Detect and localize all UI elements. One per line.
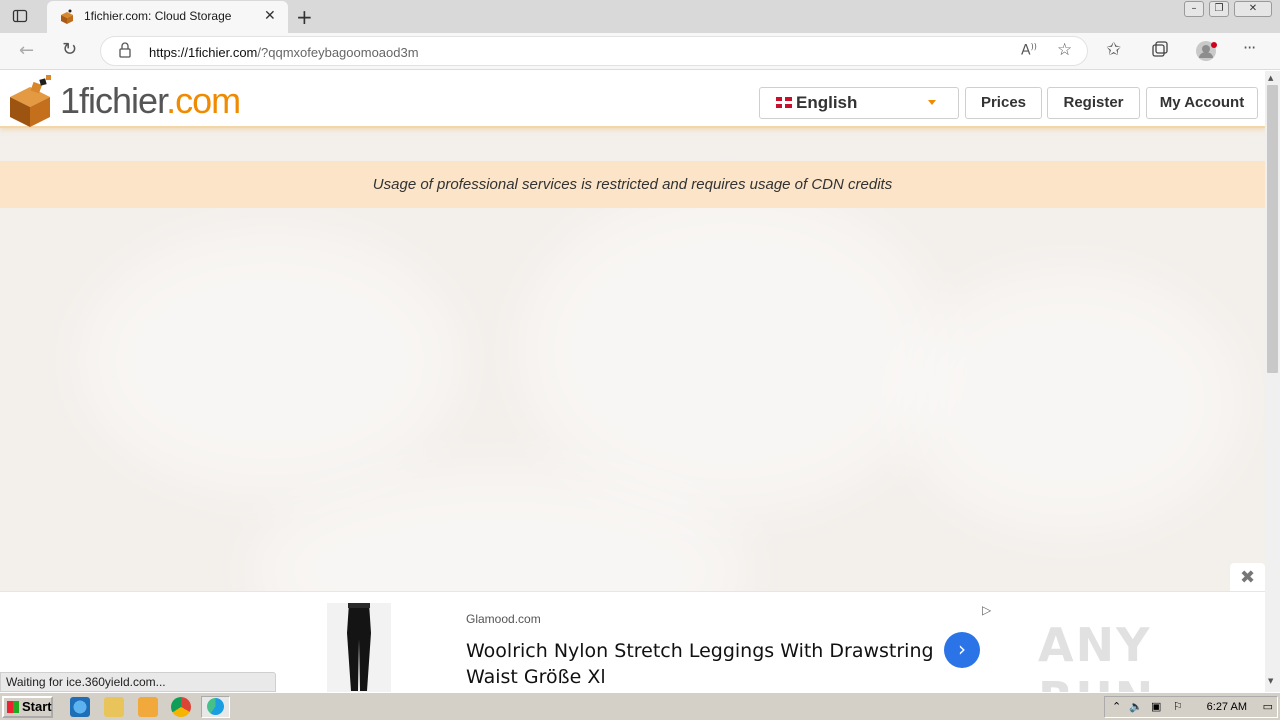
- system-tray: ⌃ 🔈 ▣ ⚐ 6:27 AM ▭: [1104, 696, 1278, 718]
- browser-tab-strip: 1fichier.com: Cloud Storage ✕ + – ❐ ✕: [0, 0, 1280, 33]
- page-scrollbar[interactable]: ▲ ▼: [1265, 71, 1280, 692]
- media-player-icon[interactable]: [138, 697, 158, 717]
- restore-icon[interactable]: ❐: [1209, 1, 1229, 17]
- volume-icon[interactable]: 🔈: [1129, 700, 1143, 713]
- scroll-down-icon[interactable]: ▼: [1268, 677, 1273, 685]
- windows-logo-icon: [7, 701, 19, 713]
- site-header: 1fichier.com English Prices Register My …: [0, 71, 1265, 128]
- new-tab-icon[interactable]: +: [296, 5, 313, 29]
- my-account-button[interactable]: My Account: [1146, 87, 1258, 119]
- start-button[interactable]: Start: [2, 696, 53, 718]
- reload-icon[interactable]: ↻: [62, 39, 77, 60]
- favorites-icon[interactable]: ✩: [1106, 39, 1121, 60]
- scroll-up-icon[interactable]: ▲: [1268, 74, 1273, 82]
- ad-source[interactable]: Glamood.com: [466, 612, 541, 626]
- add-favorite-icon[interactable]: ☆: [1057, 40, 1072, 60]
- lock-icon: [119, 42, 131, 62]
- start-label: Start: [22, 699, 52, 714]
- language-label: English: [796, 93, 858, 112]
- browser-toolbar: ← ↻ https://1fichier.com/?qqmxofeybagoom…: [0, 33, 1280, 70]
- ad-close-icon[interactable]: ✖: [1230, 563, 1265, 592]
- language-select[interactable]: English: [759, 87, 959, 119]
- adchoices-icon[interactable]: ▷: [982, 603, 991, 617]
- notice-banner: Usage of professional services is restri…: [0, 161, 1265, 208]
- tray-expand-icon[interactable]: ⌃: [1112, 700, 1121, 713]
- read-aloud-icon[interactable]: A)): [1021, 42, 1037, 59]
- collections-icon[interactable]: [1151, 40, 1169, 62]
- flag-icon[interactable]: ⚐: [1173, 700, 1183, 713]
- address-bar[interactable]: https://1fichier.com/?qqmxofeybagoomoaod…: [100, 36, 1088, 66]
- taskbar: Start ⌃ 🔈 ▣ ⚐ 6:27 AM ▭: [0, 692, 1280, 720]
- window-close-icon[interactable]: ✕: [1234, 1, 1272, 17]
- scrollbar-thumb[interactable]: [1267, 85, 1278, 373]
- chrome-icon[interactable]: [171, 697, 191, 717]
- minimize-icon[interactable]: –: [1184, 1, 1204, 17]
- browser-tab[interactable]: 1fichier.com: Cloud Storage ✕: [47, 1, 288, 33]
- back-icon[interactable]: ←: [19, 40, 34, 61]
- edge-icon: [207, 698, 224, 715]
- site-logo-icon[interactable]: [6, 73, 62, 133]
- url-text: https://1fichier.com/?qqmxofeybagoomoaod…: [149, 45, 419, 60]
- explorer-folder-icon[interactable]: [104, 697, 124, 717]
- ad-product-image[interactable]: [327, 603, 391, 693]
- dropdown-caret-icon: [928, 100, 936, 105]
- site-logo-text[interactable]: 1fichier.com: [60, 80, 241, 122]
- register-button[interactable]: Register: [1047, 87, 1140, 119]
- ad-title[interactable]: Woolrich Nylon Stretch Leggings With Dra…: [466, 638, 936, 690]
- profile-avatar-icon[interactable]: [1196, 40, 1218, 66]
- status-bar-text: Waiting for ice.360yield.com...: [0, 672, 276, 692]
- prices-button[interactable]: Prices: [965, 87, 1042, 119]
- uk-flag-icon: [776, 97, 792, 108]
- ad-go-button[interactable]: ›: [944, 632, 980, 668]
- ie-icon[interactable]: [70, 697, 90, 717]
- show-desktop-icon[interactable]: ▭: [1263, 700, 1273, 713]
- clock[interactable]: 6:27 AM: [1207, 701, 1247, 713]
- tab-title: 1fichier.com: Cloud Storage: [84, 9, 232, 23]
- network-icon[interactable]: ▣: [1151, 700, 1161, 713]
- tab-actions-icon[interactable]: [12, 8, 28, 24]
- tab-close-icon[interactable]: ✕: [264, 8, 276, 24]
- site-favicon-icon: [59, 9, 74, 24]
- edge-taskbar-button[interactable]: [201, 696, 230, 718]
- more-menu-icon[interactable]: ···: [1243, 38, 1256, 57]
